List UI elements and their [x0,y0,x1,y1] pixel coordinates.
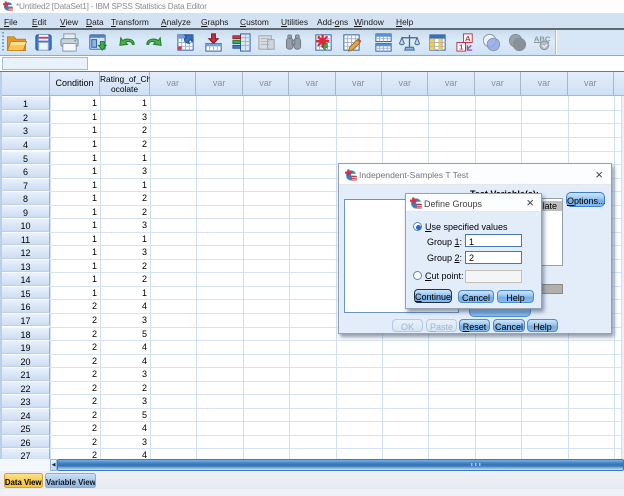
svg-text:A: A [465,34,471,43]
svg-text:1: 1 [459,43,464,52]
